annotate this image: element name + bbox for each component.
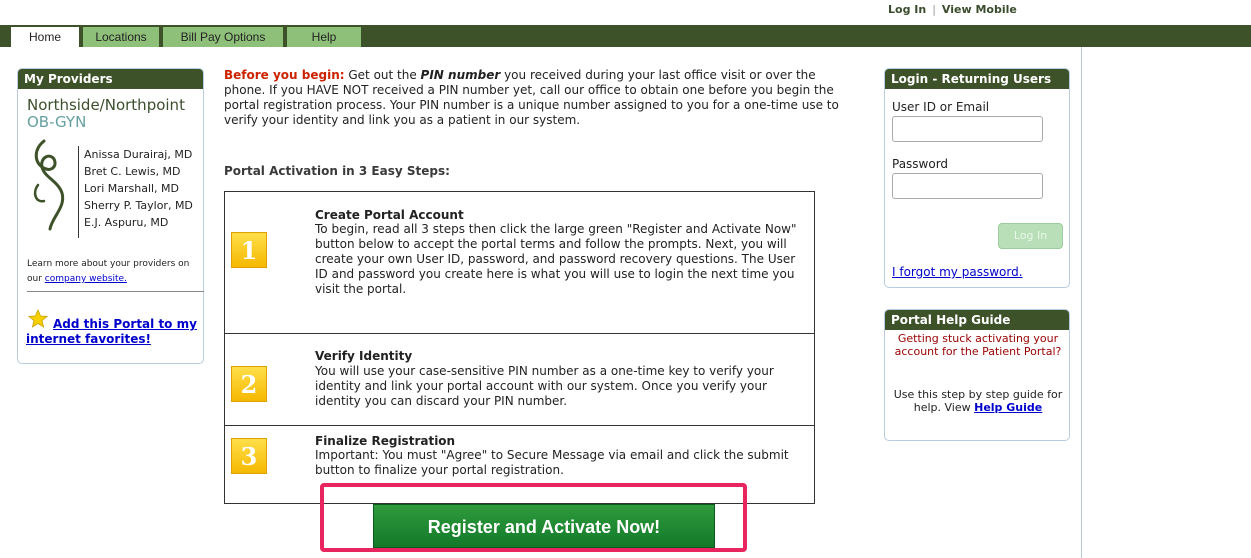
login-link[interactable]: Log In — [888, 3, 926, 16]
intro-text-1: Get out the — [344, 68, 421, 82]
provider-item: Lori Marshall, MD — [84, 182, 180, 195]
help-guide-link[interactable]: Help Guide — [974, 401, 1042, 414]
divider — [27, 291, 204, 292]
practice-name: Northside/Northpoint OB-GYN — [27, 97, 185, 131]
providers-panel: My Providers Northside/Northpoint OB-GYN… — [17, 68, 204, 364]
help-guide-title: Portal Help Guide — [885, 310, 1069, 330]
add-favorites-link[interactable]: Add this Portal to my internet favorites… — [26, 317, 206, 347]
top-links-separator: | — [932, 3, 936, 16]
step-body: Important: You must "Agree" to Secure Me… — [315, 448, 789, 477]
practice-name-sub: OB-GYN — [27, 113, 87, 131]
favorites-block: Add this Portal to my internet favorites… — [26, 309, 206, 347]
company-website-link[interactable]: company website. — [45, 274, 127, 284]
view-mobile-link[interactable]: View Mobile — [942, 3, 1017, 16]
forgot-password-link[interactable]: I forgot my password. — [892, 265, 1023, 279]
provider-item: Anissa Durairaj, MD — [84, 148, 193, 161]
login-panel: Login - Returning Users User ID or Email… — [884, 68, 1070, 288]
user-id-field[interactable] — [892, 116, 1043, 142]
step-row: 2 Verify Identity You will use your case… — [225, 334, 814, 426]
step-title: Verify Identity — [315, 349, 413, 363]
step-number-badge: 2 — [231, 366, 267, 402]
learn-more-text: Learn more about your providers on our c… — [27, 257, 202, 287]
help-guide-question: Getting stuck activating your account fo… — [894, 332, 1062, 358]
practice-name-main: Northside/Northpoint — [27, 96, 185, 114]
help-guide-text: Use this step by step guide for help. Vi… — [889, 388, 1067, 414]
main-nav: Home Locations Bill Pay Options Help — [0, 25, 1251, 47]
star-icon — [28, 309, 48, 328]
tab-help[interactable]: Help — [287, 27, 362, 47]
provider-item: Bret C. Lewis, MD — [84, 165, 181, 178]
provider-item: Sherry P. Taylor, MD — [84, 199, 193, 212]
steps-table: 1 Create Portal Account To begin, read a… — [224, 191, 815, 504]
step-row: 1 Create Portal Account To begin, read a… — [225, 192, 814, 334]
practice-logo — [33, 139, 65, 231]
step-number-badge: 3 — [231, 438, 267, 474]
tab-bill-pay-options[interactable]: Bill Pay Options — [163, 27, 284, 47]
steps-title: Portal Activation in 3 Easy Steps: — [224, 164, 450, 178]
intro-lead: Before you begin: — [224, 68, 345, 82]
intro-pin: PIN number — [420, 68, 501, 82]
step-title: Finalize Registration — [315, 434, 456, 448]
password-field[interactable] — [892, 173, 1043, 199]
tab-home[interactable]: Home — [11, 27, 80, 47]
login-title: Login - Returning Users — [885, 69, 1069, 89]
tab-locations[interactable]: Locations — [83, 27, 160, 47]
step-number-badge: 1 — [231, 232, 267, 268]
provider-list: Anissa Durairaj, MD Bret C. Lewis, MD Lo… — [78, 146, 193, 238]
providers-title: My Providers — [18, 69, 203, 89]
user-id-label: User ID or Email — [892, 100, 990, 114]
intro-text: Before you begin: Get out the PIN number… — [224, 68, 852, 128]
help-guide-panel: Portal Help Guide Getting stuck activati… — [884, 309, 1070, 441]
step-title: Create Portal Account — [315, 208, 464, 222]
add-favorites-label: Add this Portal to my internet favorites… — [26, 317, 197, 346]
login-button[interactable]: Log In — [998, 223, 1063, 249]
highlight-box — [320, 483, 747, 552]
provider-item: E.J. Aspuru, MD — [84, 216, 169, 229]
password-label: Password — [892, 157, 949, 171]
step-body: You will use your case-sensitive PIN num… — [315, 364, 774, 408]
top-links: Log In | View Mobile — [888, 3, 1017, 16]
content-right-border — [1081, 47, 1082, 558]
step-body: To begin, read all 3 steps then click th… — [315, 222, 797, 296]
